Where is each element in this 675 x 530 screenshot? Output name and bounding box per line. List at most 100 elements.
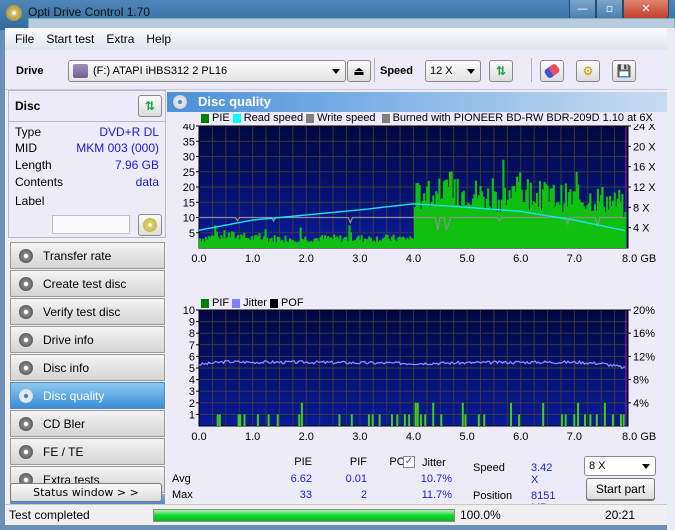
drive-info-icon bbox=[19, 332, 33, 347]
pif-bar bbox=[603, 402, 606, 426]
save-icon: 💾 bbox=[616, 64, 632, 78]
disc-type-value: DVD+R DL bbox=[99, 125, 159, 139]
max-pie: 33 bbox=[299, 489, 312, 501]
max-jitter: 11.7% bbox=[421, 489, 452, 501]
x-tick-label: 4.0 bbox=[406, 253, 421, 265]
stats-header-pie: PIE bbox=[294, 456, 312, 468]
stats-header-pif: PIF bbox=[349, 456, 367, 468]
maximize-button[interactable]: ▫ bbox=[596, 0, 623, 19]
x-tick-label: 3.0 bbox=[352, 431, 367, 443]
progress-text: 100.0% bbox=[460, 508, 501, 522]
avg-jitter: 10.7% bbox=[420, 473, 452, 485]
y-tick-label: 8 bbox=[189, 328, 195, 340]
y-tick-label: 3 bbox=[189, 386, 195, 398]
y2-tick-label: 12% bbox=[633, 351, 655, 363]
nav-create-test-disc[interactable]: Create test disc bbox=[10, 270, 165, 297]
disc-quality-panel: Disc quality PIE Read speed Write speed … bbox=[167, 90, 667, 518]
test-speed-select[interactable]: 8 X bbox=[584, 456, 656, 476]
x-tick-label: 5.0 bbox=[459, 431, 474, 443]
disc-length-value: 7.96 GB bbox=[114, 158, 159, 172]
nav-fe-te[interactable]: FE / TE bbox=[10, 438, 165, 465]
label-input[interactable] bbox=[52, 215, 130, 234]
drive-label: Drive bbox=[16, 65, 44, 77]
y2-tick-label: 8% bbox=[633, 375, 649, 387]
x-tick-label: 0.0 bbox=[191, 253, 206, 265]
avg-label: Avg bbox=[172, 473, 191, 485]
toolbar: Drive (F:) ATAPI iHBS312 2 PL16 ⏏ Speed … bbox=[5, 50, 667, 90]
erase-button[interactable] bbox=[540, 60, 564, 82]
eject-button[interactable]: ⏏ bbox=[347, 60, 371, 82]
close-button[interactable]: ✕ bbox=[623, 0, 669, 19]
legend-write-speed: Write speed bbox=[317, 112, 376, 124]
x-tick-label: 4.0 bbox=[406, 431, 421, 443]
avg-pie: 6.62 bbox=[290, 473, 312, 485]
legend-write-speed-swatch bbox=[306, 113, 315, 123]
menu-file[interactable]: File bbox=[9, 32, 40, 46]
disc-info-icon bbox=[19, 360, 33, 375]
speed-label: Speed bbox=[380, 65, 414, 77]
disc-icon bbox=[143, 218, 157, 232]
pif-bar bbox=[350, 414, 353, 426]
x-tick-label: 8.0 GB bbox=[622, 253, 656, 265]
legend-read-speed-swatch bbox=[232, 113, 241, 123]
disc-contents-value: data bbox=[135, 175, 159, 189]
refresh-icon: ⇅ bbox=[144, 99, 156, 113]
fe-te-icon bbox=[19, 444, 33, 459]
status-window-button[interactable]: Status window > > bbox=[10, 483, 162, 502]
speed-select[interactable]: 12 X bbox=[425, 60, 481, 82]
save-button[interactable]: 💾 bbox=[612, 60, 636, 82]
nav-disc-quality[interactable]: Disc quality bbox=[10, 382, 165, 409]
label-disc-button[interactable] bbox=[138, 214, 162, 236]
x-tick-label: 7.0 bbox=[567, 253, 582, 265]
pif-bar bbox=[584, 414, 587, 426]
x-tick-label: 2.0 bbox=[299, 431, 314, 443]
pif-bar bbox=[218, 414, 221, 426]
x-tick-label: 6.0 bbox=[513, 253, 528, 265]
pif-bar bbox=[432, 402, 435, 426]
pif-bar bbox=[595, 414, 598, 426]
start-part-button[interactable]: Start part bbox=[586, 478, 655, 500]
speed-label: Speed bbox=[473, 462, 505, 474]
disc-mid-value: MKM 003 (000) bbox=[76, 141, 159, 155]
settings-button[interactable]: ⚙ bbox=[576, 60, 600, 82]
x-tick-label: 1.0 bbox=[245, 253, 260, 265]
pif-bar bbox=[560, 414, 563, 426]
menu-extra[interactable]: Extra bbox=[100, 32, 140, 46]
menu-start-test[interactable]: Start test bbox=[40, 32, 100, 46]
y2-tick-label: 4% bbox=[633, 398, 649, 410]
pif-bar bbox=[243, 414, 246, 426]
pif-bar bbox=[416, 402, 419, 426]
minimize-button[interactable]: — bbox=[569, 0, 596, 19]
y2-tick-label: 24 X bbox=[633, 124, 656, 133]
y-tick-label: 15 bbox=[183, 197, 195, 209]
legend-burned-swatch bbox=[381, 113, 390, 123]
nav-drive-info[interactable]: Drive info bbox=[10, 326, 165, 353]
x-tick-label: 7.0 bbox=[567, 431, 582, 443]
pif-bar bbox=[390, 414, 393, 426]
y2-tick-label: 20% bbox=[633, 305, 655, 317]
nav-transfer-rate[interactable]: Transfer rate bbox=[10, 242, 165, 269]
nav-cd-bler[interactable]: CD Bler bbox=[10, 410, 165, 437]
pif-bar bbox=[464, 414, 467, 426]
pif-bar bbox=[440, 414, 443, 426]
x-tick-label: 0.0 bbox=[191, 431, 206, 443]
max-pif: 2 bbox=[360, 489, 367, 501]
y2-tick-label: 8 X bbox=[633, 202, 650, 214]
menu-help[interactable]: Help bbox=[140, 32, 177, 46]
chevron-down-icon bbox=[642, 464, 650, 469]
y-tick-label: 20 bbox=[183, 182, 195, 194]
nav-disc-info[interactable]: Disc info bbox=[10, 354, 165, 381]
status-text: Test completed bbox=[9, 508, 90, 522]
pif-bar bbox=[239, 414, 242, 426]
x-tick-label: 5.0 bbox=[459, 253, 474, 265]
refresh-button[interactable]: ⇅ bbox=[489, 60, 513, 82]
jitter-checkbox[interactable]: ✓ bbox=[403, 456, 415, 468]
cd-bler-icon bbox=[19, 416, 33, 431]
nav-verify-test-disc[interactable]: Verify test disc bbox=[10, 298, 165, 325]
y-tick-label: 9 bbox=[189, 317, 195, 329]
y-tick-label: 10 bbox=[183, 213, 195, 225]
disc-refresh-button[interactable]: ⇅ bbox=[138, 95, 162, 117]
drive-select[interactable]: (F:) ATAPI iHBS312 2 PL16 bbox=[68, 60, 346, 82]
chart1-legend: PIE Read speed Write speed Burned with P… bbox=[201, 112, 653, 124]
refresh-icon: ⇅ bbox=[495, 64, 507, 78]
